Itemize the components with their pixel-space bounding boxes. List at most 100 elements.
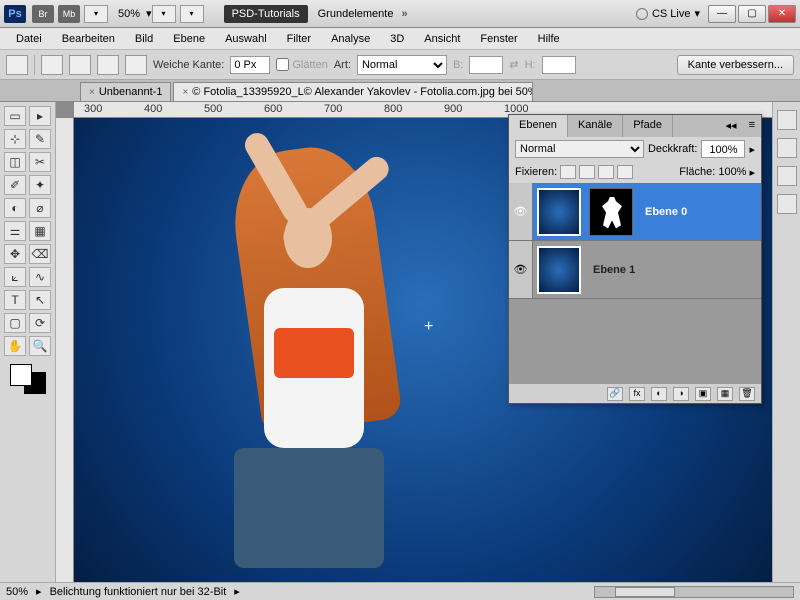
foreground-color[interactable] — [10, 364, 32, 386]
tool-stamp[interactable]: ⌀ — [29, 198, 51, 218]
tool-history[interactable]: ⚌ — [4, 221, 26, 241]
menu-filter[interactable]: Filter — [279, 31, 319, 47]
more-workspaces-icon[interactable]: » — [401, 8, 407, 20]
close-tab-icon[interactable]: × — [182, 87, 188, 98]
minibridge-icon[interactable]: Mb — [58, 5, 80, 23]
dock-swatches-icon[interactable] — [777, 138, 797, 158]
lock-all-icon[interactable] — [617, 165, 633, 179]
menu-ansicht[interactable]: Ansicht — [416, 31, 468, 47]
selection-subtract-icon[interactable] — [97, 55, 119, 75]
layers-panel[interactable]: Ebenen Kanäle Pfade ◂◂ ≡ Normal Deckkraf… — [508, 114, 762, 404]
workspace-label[interactable]: Grundelemente — [318, 8, 394, 20]
layer-row[interactable]: 👁 Ebene 1 — [509, 241, 761, 299]
dock-adjustments-icon[interactable] — [777, 166, 797, 186]
tab-ebenen[interactable]: Ebenen — [509, 115, 568, 137]
selection-add-icon[interactable] — [69, 55, 91, 75]
cslive-button[interactable]: CS Live ▾ — [636, 7, 700, 20]
close-button[interactable]: ✕ — [768, 5, 796, 23]
marquee-tool-icon[interactable] — [6, 55, 28, 75]
menu-auswahl[interactable]: Auswahl — [217, 31, 275, 47]
panel-menu-icon[interactable]: ≡ — [743, 115, 761, 137]
close-tab-icon[interactable]: × — [89, 87, 95, 98]
chevron-icon[interactable]: ▸ — [36, 585, 42, 598]
tool-eyedropper[interactable]: ✐ — [4, 175, 26, 195]
menu-datei[interactable]: Datei — [8, 31, 50, 47]
tab-kanaele[interactable]: Kanäle — [568, 115, 623, 137]
color-swatch[interactable] — [10, 364, 46, 394]
tool-zoom[interactable]: 🔍 — [29, 336, 51, 356]
menu-hilfe[interactable]: Hilfe — [530, 31, 568, 47]
menu-fenster[interactable]: Fenster — [472, 31, 525, 47]
layer-thumbnail[interactable] — [537, 246, 581, 294]
menu-bearbeiten[interactable]: Bearbeiten — [54, 31, 123, 47]
minimize-button[interactable]: — — [708, 5, 736, 23]
bridge-icon[interactable]: Br — [32, 5, 54, 23]
chevron-icon[interactable]: ▸ — [749, 143, 755, 156]
lock-pos-icon[interactable] — [598, 165, 614, 179]
tool-hand[interactable]: ✋ — [4, 336, 26, 356]
link-icon[interactable]: 🔗 — [607, 387, 623, 401]
doc-tab-1[interactable]: × Unbenannt-1 — [80, 82, 171, 101]
selection-intersect-icon[interactable] — [125, 55, 147, 75]
selection-new-icon[interactable] — [41, 55, 63, 75]
tool-pen[interactable]: ∿ — [29, 267, 51, 287]
layer-name[interactable]: Ebene 1 — [593, 264, 635, 276]
tool-lasso[interactable]: ⊹ — [4, 129, 26, 149]
menu-ebene[interactable]: Ebene — [165, 31, 213, 47]
menu-bild[interactable]: Bild — [127, 31, 161, 47]
tab-pfade[interactable]: Pfade — [623, 115, 673, 137]
tool-shape[interactable]: ▢ — [4, 313, 26, 333]
layer-name[interactable]: Ebene 0 — [645, 206, 687, 218]
tool-crop[interactable]: ◫ — [4, 152, 26, 172]
menu-3d[interactable]: 3D — [382, 31, 412, 47]
tool-type[interactable]: T — [4, 290, 26, 310]
lock-trans-icon[interactable] — [560, 165, 576, 179]
refine-edge-button[interactable]: Kante verbessern... — [677, 55, 794, 75]
antialias-checkbox[interactable]: Glätten — [276, 58, 327, 71]
new-layer-icon[interactable]: ▦ — [717, 387, 733, 401]
tool-marquee[interactable]: ▭ — [4, 106, 26, 126]
view-dropdown[interactable] — [152, 5, 176, 23]
zoom-level[interactable]: 50% — [118, 8, 140, 20]
tool-slice[interactable]: ✂ — [29, 152, 51, 172]
tool-path[interactable]: ↖ — [29, 290, 51, 310]
tool-eraser[interactable]: ▦ — [29, 221, 51, 241]
tool-move[interactable]: ▸ — [29, 106, 51, 126]
dock-layers-icon[interactable] — [777, 194, 797, 214]
antialias-check[interactable] — [276, 58, 289, 71]
tool-heal[interactable]: ✦ — [29, 175, 51, 195]
style-select[interactable]: Normal — [357, 55, 447, 75]
tool-blur[interactable]: ⌫ — [29, 244, 51, 264]
workspace-tag[interactable]: PSD-Tutorials — [224, 5, 308, 23]
scrollbar-thumb[interactable] — [615, 587, 675, 597]
layer-thumbnail[interactable] — [537, 188, 581, 236]
tool-3d[interactable]: ⟳ — [29, 313, 51, 333]
adjustment-icon[interactable]: ◑ — [673, 387, 689, 401]
screen-dropdown[interactable] — [180, 5, 204, 23]
visibility-icon[interactable]: 👁 — [509, 183, 533, 240]
mask-icon[interactable]: ◐ — [651, 387, 667, 401]
opacity-value[interactable]: 100% — [701, 140, 745, 158]
trash-icon[interactable]: 🗑 — [739, 387, 755, 401]
layout-dropdown[interactable] — [84, 5, 108, 23]
chevron-icon[interactable]: ▸ — [749, 166, 755, 179]
layer-row[interactable]: 👁 Ebene 0 — [509, 183, 761, 241]
group-icon[interactable]: ▣ — [695, 387, 711, 401]
horizontal-scrollbar[interactable] — [594, 586, 794, 598]
dock-color-icon[interactable] — [777, 110, 797, 130]
tool-dodge[interactable]: ⟀ — [4, 267, 26, 287]
menu-analyse[interactable]: Analyse — [323, 31, 378, 47]
tool-gradient[interactable]: ✥ — [4, 244, 26, 264]
blend-mode-select[interactable]: Normal — [515, 140, 644, 158]
tool-wand[interactable]: ✎ — [29, 129, 51, 149]
maximize-button[interactable]: ▢ — [738, 5, 766, 23]
fx-icon[interactable]: fx — [629, 387, 645, 401]
ruler-vertical[interactable] — [56, 118, 74, 582]
chevron-icon[interactable]: ▸ — [234, 585, 240, 598]
feather-input[interactable] — [230, 56, 270, 74]
tool-brush[interactable]: ◐ — [4, 198, 26, 218]
collapse-icon[interactable]: ◂◂ — [720, 115, 743, 137]
fill-value[interactable]: 100% — [718, 166, 746, 178]
lock-pixels-icon[interactable] — [579, 165, 595, 179]
status-zoom[interactable]: 50% — [6, 586, 28, 598]
